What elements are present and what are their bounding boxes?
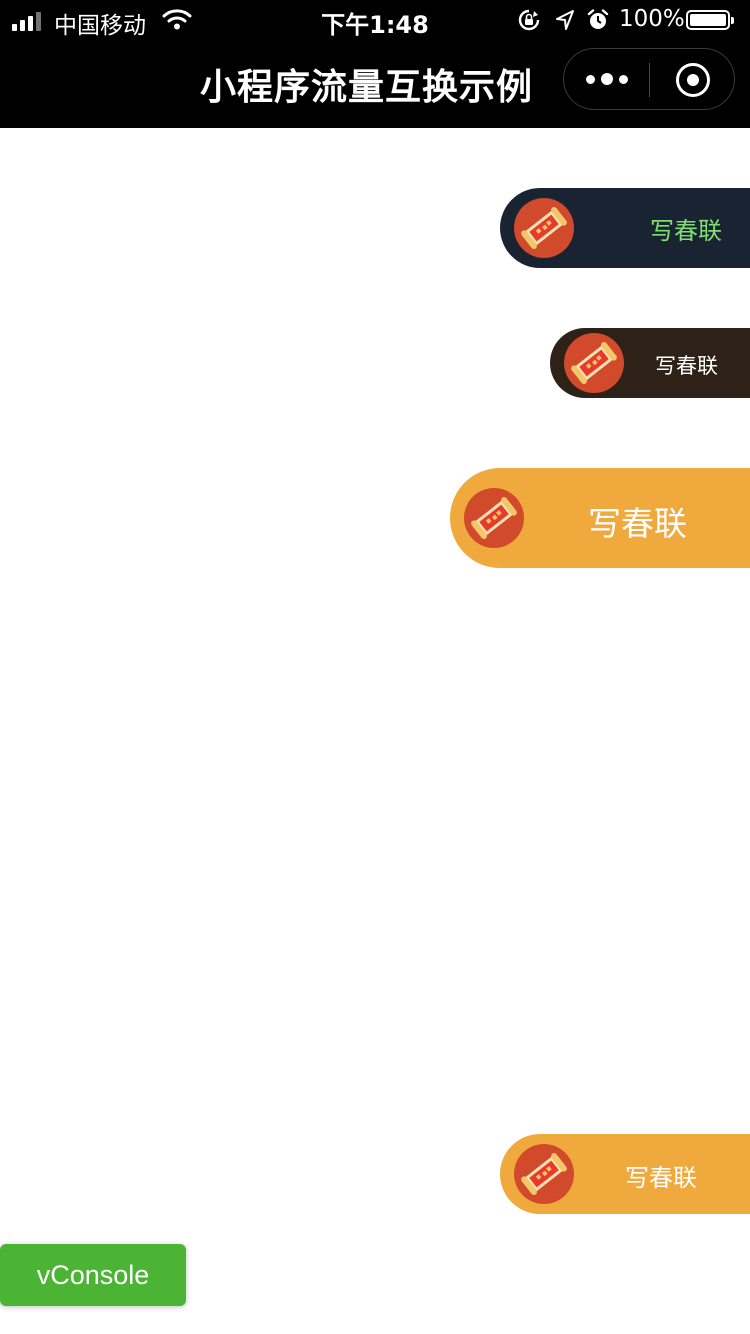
spring-couplet-scroll-icon [464,488,524,548]
top-bar: 中国移动 下午1:48 100% 小程序流量互换示例 [0,0,750,128]
promo-button-label: 写春联 [650,217,722,245]
mini-program-capsule [563,48,735,110]
spring-couplet-scroll-icon [564,333,624,393]
promo-button-label: 写春联 [625,1164,697,1192]
alarm-clock-icon [587,9,609,37]
promo-button-dark-blue[interactable]: 写春联 [500,188,750,268]
promo-button-label: 写春联 [655,354,718,378]
promo-button-orange-large[interactable]: 写春联 [450,468,750,568]
capsule-divider [649,63,650,97]
spring-couplet-scroll-icon [514,198,574,258]
close-mini-program-icon[interactable] [676,63,710,97]
status-bar: 中国移动 下午1:48 100% [0,0,750,40]
battery-percentage: 100% [619,6,685,32]
battery-icon [686,10,734,30]
page-title: 小程序流量互换示例 [200,67,534,108]
rotation-lock-icon [518,9,540,37]
promo-button-orange-bottom[interactable]: 写春联 [500,1134,750,1214]
more-icon[interactable] [564,49,650,109]
promo-button-dark-brown[interactable]: 写春联 [550,328,750,398]
promo-button-label: 写春联 [588,504,687,543]
location-arrow-icon [555,9,575,37]
vconsole-button[interactable]: vConsole [0,1244,186,1306]
spring-couplet-scroll-icon [514,1144,574,1204]
